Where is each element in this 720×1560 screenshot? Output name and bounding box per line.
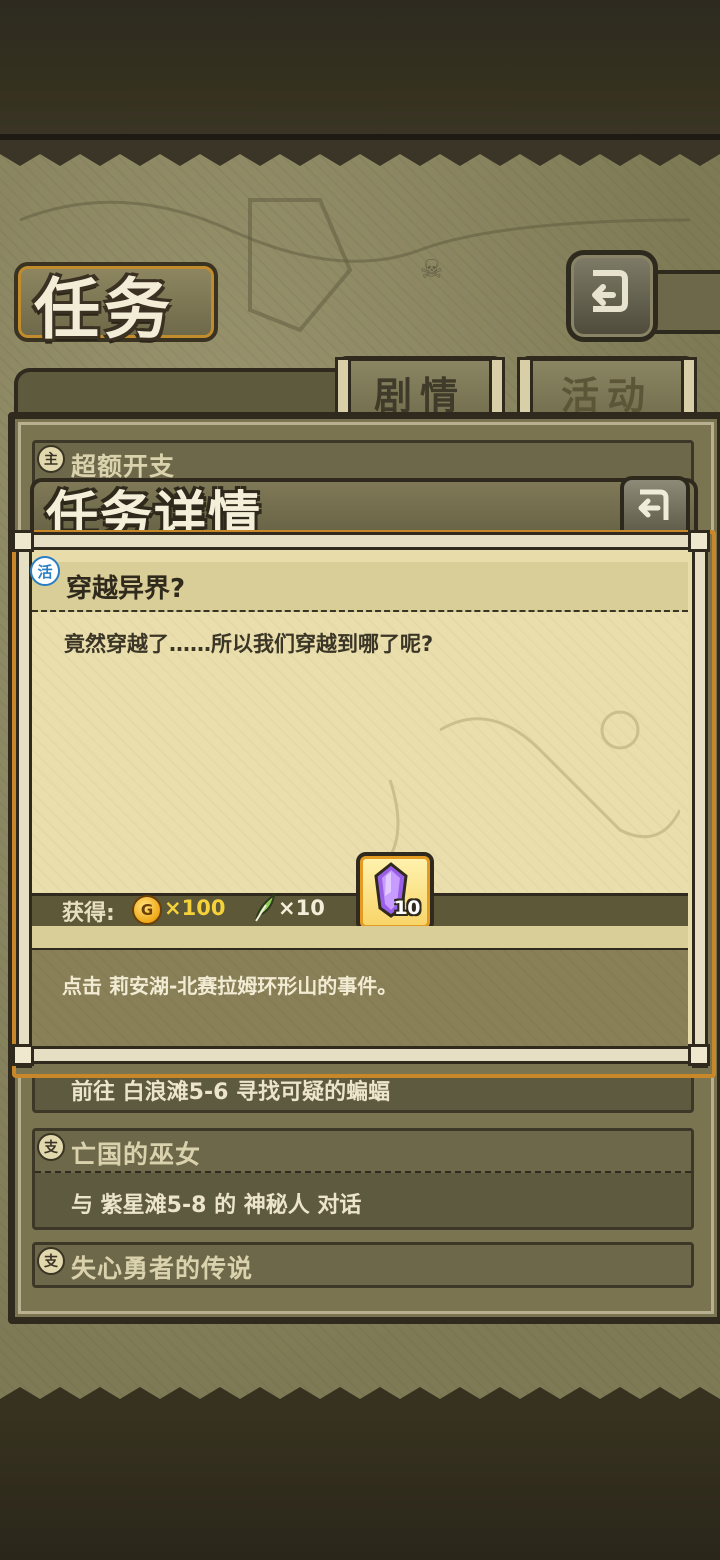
gold-coin-icon: G [132,895,162,925]
modal-rail-bottom [18,1046,708,1064]
page-title: 任务 [34,271,174,348]
reward-label: 获得: [62,901,115,926]
condition-strip [32,926,688,951]
modal-rail-right [692,540,708,1068]
back-button[interactable] [566,250,658,342]
svg-text:☠: ☠ [420,255,443,285]
side-quest-badge-icon: 支 [37,1133,65,1161]
list-item-description: 前往 白浪滩5-6 寻找可疑的蝙蝠 [71,1080,391,1105]
torn-edge-bottom [0,1387,720,1415]
feather-icon [255,893,276,922]
list-item-title: 失心勇者的传说 [71,1254,254,1283]
gold-amount: ×100 [164,896,226,920]
crystal-count: 10 [394,897,421,919]
feather-amount: ×10 [278,896,325,920]
map-watermark [378,710,680,870]
crystal-reward-slot[interactable] [356,852,434,932]
rail-cap [688,1044,710,1066]
rail-cap [12,1044,34,1066]
quest-condition: 点击 莉安湖-北赛拉姆环形山的事件。 [62,974,398,998]
modal-rail-top [18,532,708,550]
list-item-description: 与 紫星滩5-8 的 神秘人 对话 [71,1193,362,1218]
return-arrow-icon [638,489,669,520]
bottom-band [0,1415,720,1560]
rail-cap [12,530,34,552]
header-rail [648,270,720,334]
main-quest-badge-icon: 主 [37,445,65,473]
list-item-title: 亡国的巫女 [71,1140,202,1169]
side-quest-badge-icon: 支 [37,1247,65,1275]
quest-title: 穿越异界? [66,574,186,604]
quest-list-item[interactable]: 支 亡国的巫女 与 紫星滩5-8 的 神秘人 对话 [32,1128,694,1230]
rail-cap [688,530,710,552]
modal-rail-left [16,540,32,1068]
quest-list-item[interactable]: 支 失心勇者的传说 [32,1242,694,1288]
top-band [0,0,720,140]
quest-description: 竟然穿越了……所以我们穿越到哪了呢? [64,632,434,656]
event-quest-badge-icon: 活 [30,556,60,586]
return-arrow-icon [592,270,628,312]
